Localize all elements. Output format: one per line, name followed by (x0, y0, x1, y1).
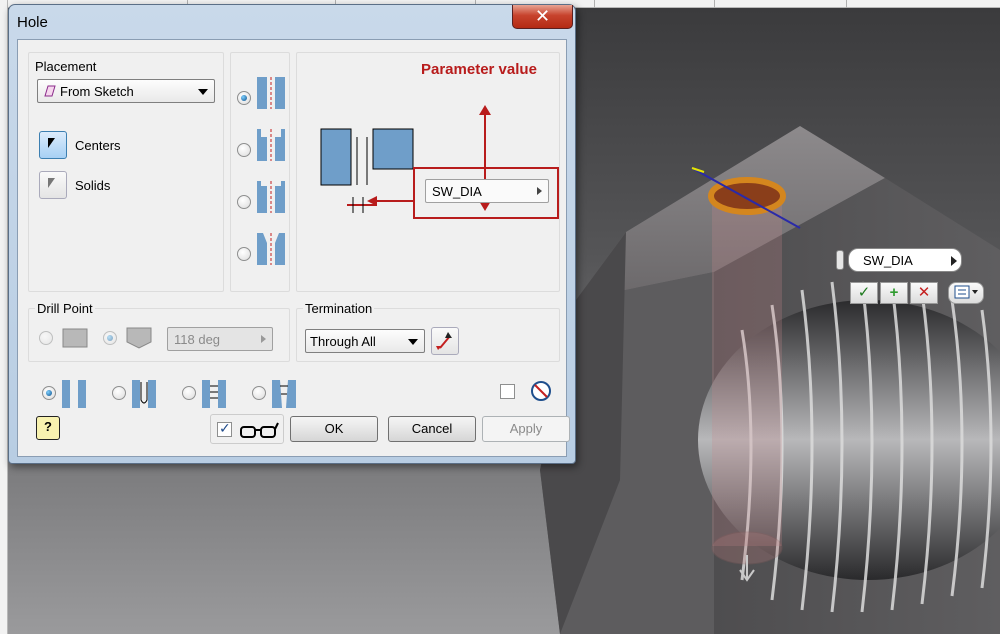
termination-group: Termination Through All (296, 301, 560, 362)
hole-type-counterbore-radio[interactable] (237, 143, 251, 157)
help-button[interactable]: ? (36, 416, 60, 440)
drill-point-group: Drill Point 118 deg (28, 301, 290, 362)
expand-arrow-icon[interactable] (537, 187, 542, 195)
cancel-button[interactable]: Cancel (388, 416, 476, 442)
options-menu-button[interactable] (948, 282, 984, 304)
hole-style-clearance-radio[interactable] (112, 386, 126, 400)
hole-style-simple-radio[interactable] (42, 386, 56, 400)
apply-continue-button[interactable]: + (880, 282, 908, 304)
dialog-title: Hole (17, 14, 48, 31)
mini-toolbar-grip[interactable] (836, 250, 844, 270)
preview-toggle (210, 414, 284, 444)
viewport-parameter-value: SW_DIA (863, 253, 913, 268)
centers-button[interactable] (39, 131, 67, 159)
expand-arrow-icon (261, 335, 266, 343)
grid-tick (846, 0, 847, 8)
placement-label: Placement (35, 59, 97, 74)
cancel-x-button[interactable]: ✕ (910, 282, 938, 304)
placement-dropdown[interactable]: From Sketch (37, 79, 215, 103)
apply-button[interactable]: Apply (482, 416, 570, 442)
ok-button[interactable]: OK (290, 416, 378, 442)
help-icon: ? (44, 419, 52, 434)
countersink-icon (257, 233, 285, 265)
left-strip (0, 0, 8, 634)
flip-direction-button[interactable] (431, 327, 459, 355)
hole-style-taper-radio[interactable] (252, 386, 266, 400)
list-menu-icon (954, 285, 978, 299)
termination-dropdown[interactable]: Through All (305, 329, 425, 353)
clearance-hole-icon (132, 380, 156, 408)
parameter-value-input[interactable]: SW_DIA (425, 179, 549, 203)
sketch-icon (44, 85, 56, 97)
hole-type-drill-radio[interactable] (237, 91, 251, 105)
solids-label: Solids (75, 178, 111, 193)
title-bar[interactable]: Hole ✕ (9, 5, 575, 39)
drill-hole-icon (257, 77, 285, 109)
chevron-down-icon (408, 339, 418, 345)
parameter-value-text: SW_DIA (432, 184, 482, 199)
placement-value: From Sketch (60, 84, 134, 99)
chevron-down-icon (198, 89, 208, 95)
drill-point-flat-radio[interactable] (39, 331, 53, 345)
simple-hole-icon (62, 380, 86, 408)
termination-value: Through All (310, 334, 376, 349)
angled-drill-point-icon (126, 327, 152, 349)
annotation-highlight-box: SW_DIA (413, 167, 559, 219)
extend-start-checkbox[interactable] (500, 384, 515, 399)
solids-button[interactable] (39, 171, 67, 199)
tapped-hole-icon (202, 380, 226, 408)
taper-tapped-icon (272, 380, 296, 408)
apply-check-button[interactable]: ✓ (850, 282, 878, 304)
termination-label: Termination (303, 301, 375, 316)
grid-tick (594, 0, 595, 8)
counterbore-icon (257, 129, 285, 161)
hole-type-group (230, 52, 290, 292)
drill-point-label: Drill Point (35, 301, 95, 316)
placement-group: Placement From Sketch Centers Solids (28, 52, 224, 292)
cursor-select-icon (48, 178, 55, 188)
hole-style-tapped-radio[interactable] (182, 386, 196, 400)
expand-arrow-icon[interactable] (951, 256, 957, 266)
preview-checkbox[interactable] (217, 420, 232, 437)
close-button[interactable]: ✕ (512, 5, 573, 29)
drill-point-angle-radio[interactable] (103, 331, 117, 345)
hole-dialog: Hole ✕ Placement From Sketch Centers Sol… (8, 4, 576, 464)
spotface-icon (257, 181, 285, 213)
extend-start-icon (531, 381, 551, 401)
grid-tick (714, 0, 715, 8)
hole-type-countersink-radio[interactable] (237, 247, 251, 261)
drill-angle-input[interactable]: 118 deg (167, 327, 273, 351)
drill-angle-value: 118 deg (174, 332, 221, 347)
annotation-label: Parameter value (421, 61, 537, 78)
centers-label: Centers (75, 138, 121, 153)
hole-type-spotface-radio[interactable] (237, 195, 251, 209)
flat-drill-point-icon (62, 328, 88, 348)
viewport-parameter-field[interactable]: SW_DIA (848, 248, 962, 272)
flip-direction-icon (436, 332, 452, 350)
close-icon: ✕ (534, 6, 551, 26)
glasses-icon (240, 422, 279, 438)
dialog-client-area: Placement From Sketch Centers Solids Dri… (17, 39, 570, 457)
cursor-select-icon (48, 138, 55, 148)
